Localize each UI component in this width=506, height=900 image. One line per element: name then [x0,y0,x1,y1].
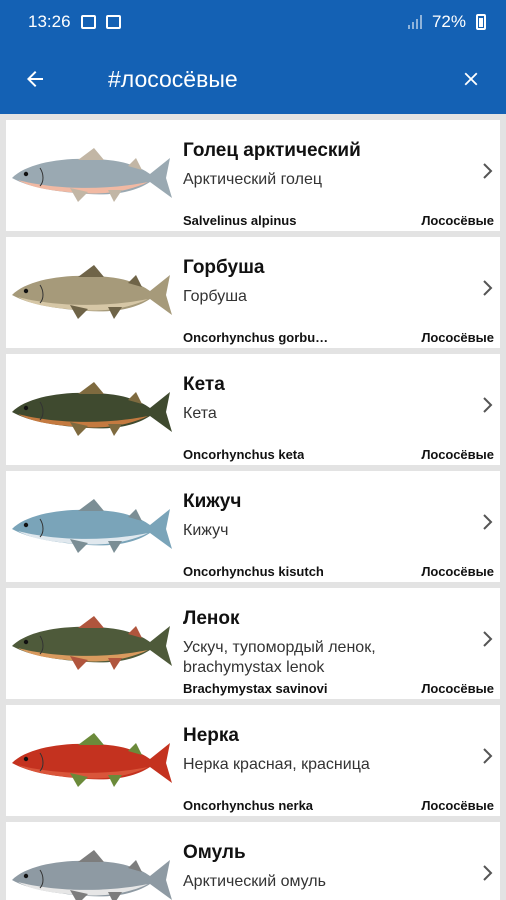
fish-name: Горбуша [183,257,265,278]
fish-name: Омуль [183,842,246,863]
fish-latin-name: Oncorhynchus kisutch [183,564,324,579]
battery-icon [476,14,486,30]
fish-list: Голец арктический Арктический голец Salv… [0,114,506,900]
fish-illustration [6,705,178,816]
fish-latin-name: Oncorhynchus nerka [183,798,314,813]
fish-illustration [6,120,178,231]
gallery-icon [80,15,96,29]
page-title: #лососёвые [108,65,238,92]
fish-alt-name: Арктический омуль [183,873,326,890]
fish-image [12,264,172,319]
fish-family: Лососёвые [421,447,494,462]
fish-info: Кижуч Кижуч Oncorhynchus kisutch Лососёв… [183,491,494,582]
chevron-right-icon [483,865,493,881]
arrow-left-icon [27,71,43,87]
fish-info: Ленок Ускуч, тупомордый ленок, brachymys… [183,608,494,699]
fish-alt-name: Ускуч, тупомордый ленок, brachymystax le… [183,639,376,676]
fish-illustration [6,588,178,699]
fish-list-item[interactable]: Голец арктический Арктический голец Salv… [6,120,500,231]
fish-illustration [6,471,178,582]
fish-illustration [6,822,178,900]
chevron-right-icon [483,163,493,179]
fish-family: Лососёвые [421,798,494,813]
close-button[interactable] [436,44,506,114]
fish-list-item[interactable]: Омуль Арктический омуль [6,822,500,900]
fish-list-item[interactable]: Горбуша Горбуша Oncorhynchus gorbu… Лосо… [6,237,500,348]
fish-name: Кижуч [183,491,242,512]
app-notification-icon [105,15,121,29]
chevron-right-icon [483,514,493,530]
fish-name: Ленок [183,608,240,629]
fish-latin-name: Oncorhynchus keta [183,447,305,462]
fish-alt-name: Нерка красная, красница [183,756,370,773]
fish-latin-name: Oncorhynchus gorbu… [183,330,329,345]
fish-info: Горбуша Горбуша Oncorhynchus gorbu… Лосо… [183,257,494,348]
fish-info: Кета Кета Oncorhynchus keta Лососёвые [183,374,494,465]
fish-family: Лососёвые [421,681,494,696]
fish-info: Голец арктический Арктический голец Salv… [183,140,494,231]
fish-alt-name: Арктический голец [183,171,322,188]
status-bar: 13:26 72% [0,0,506,44]
back-button[interactable] [0,44,70,114]
fish-list-item[interactable]: Кета Кета Oncorhynchus keta Лососёвые [6,354,500,465]
battery-percent: 72% [431,12,466,31]
chevron-right-icon [483,280,493,296]
fish-list-item[interactable]: Нерка Нерка красная, красница Oncorhynch… [6,705,500,816]
fish-image [12,849,172,900]
fish-image [12,732,172,787]
chevron-right-icon [483,397,493,413]
fish-family: Лососёвые [421,564,494,579]
fish-illustration [6,237,178,348]
signal-icon [407,15,422,29]
fish-alt-name: Кижуч [183,522,229,539]
fish-list-item[interactable]: Ленок Ускуч, тупомордый ленок, brachymys… [6,588,500,699]
fish-alt-name: Кета [183,405,217,422]
fish-name: Голец арктический [183,140,361,161]
fish-info: Нерка Нерка красная, красница Oncorhynch… [183,725,494,816]
fish-list-item[interactable]: Кижуч Кижуч Oncorhynchus kisutch Лососёв… [6,471,500,582]
fish-family: Лососёвые [421,330,494,345]
chevron-right-icon [483,748,493,764]
status-time: 13:26 [28,12,71,31]
fish-image [12,381,172,436]
fish-image [12,147,172,202]
fish-name: Кета [183,374,225,395]
fish-illustration [6,354,178,465]
fish-latin-name: Salvelinus alpinus [183,213,297,228]
fish-latin-name: Brachymystax savinovi [183,681,328,696]
fish-image [12,615,172,670]
fish-info: Омуль Арктический омуль [183,842,494,900]
fish-family: Лососёвые [421,213,494,228]
fish-alt-name: Горбуша [183,288,247,305]
fish-image [12,498,172,553]
toolbar: #лососёвые [0,44,506,114]
close-icon [464,72,478,86]
fish-name: Нерка [183,725,239,746]
chevron-right-icon [483,631,493,647]
